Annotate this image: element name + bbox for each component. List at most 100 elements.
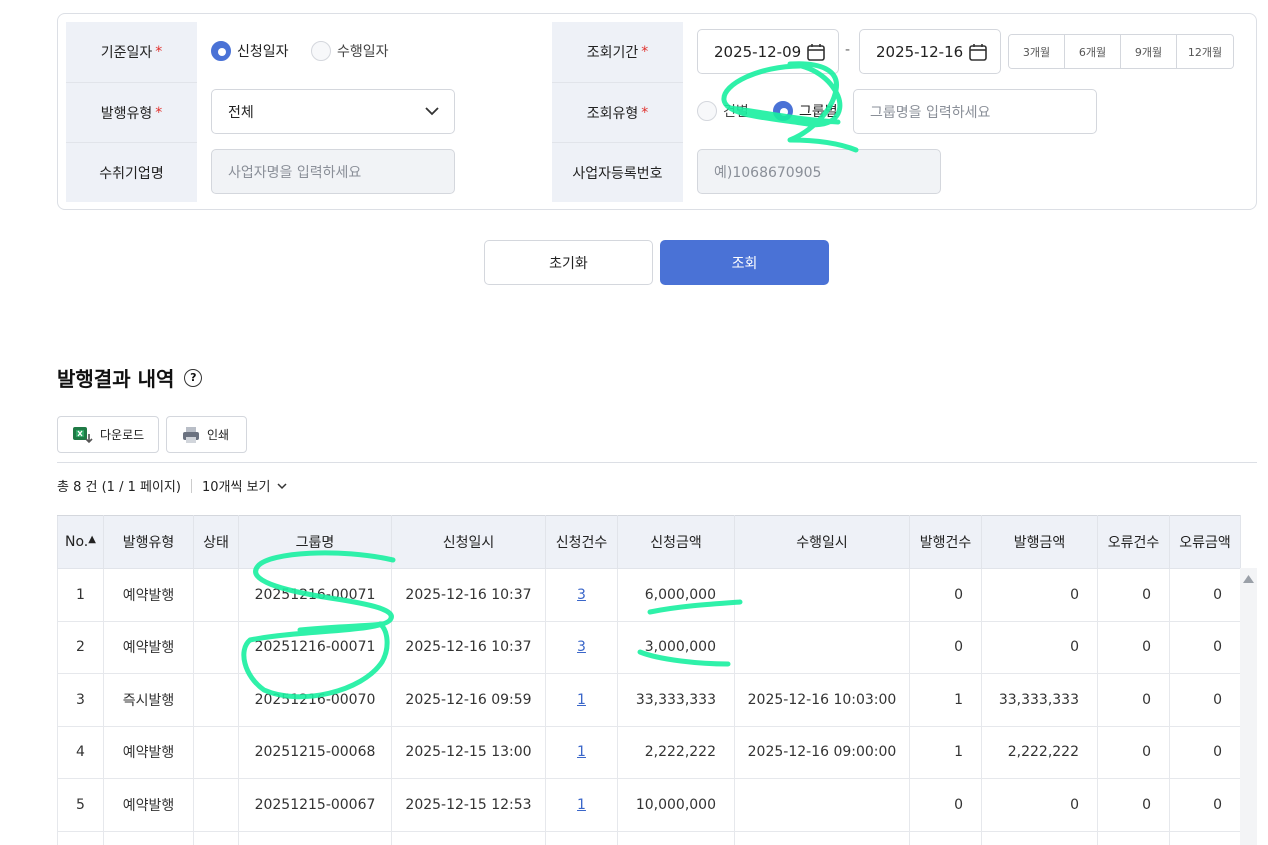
column-header-req-time: 신청일시 — [391, 515, 546, 569]
cell-req-count: 1 — [545, 673, 618, 727]
download-button[interactable]: 다운로드 — [57, 416, 160, 453]
cell-req-count: 3 — [545, 620, 618, 674]
table-row[interactable] — [57, 830, 1241, 845]
per-page-select[interactable]: 10개씩 보기 — [202, 476, 289, 495]
sort-asc-icon[interactable]: ▲ — [88, 534, 96, 545]
required-mark: * — [155, 104, 163, 121]
recipient-input[interactable]: 사업자명을 입력하세요 — [211, 149, 455, 194]
table-header-row: No.▲ 발행유형 상태 그룹명 신청일시 신청건수 신청금액 수행일시 발행건… — [57, 515, 1241, 569]
calendar-icon[interactable] — [968, 42, 988, 62]
issue-type-value: 전체 — [228, 104, 254, 121]
cell-exec-time — [734, 830, 910, 845]
period-quick-buttons: 3개월 6개월 9개월 12개월 — [1008, 34, 1234, 69]
cell-status — [193, 725, 239, 779]
cell-no: 5 — [57, 778, 104, 832]
cell-req-time: 2025-12-15 13:00 — [391, 725, 546, 779]
recipient-label-text: 수취기업명 — [99, 165, 164, 182]
issue-type-label-text: 발행유형 — [100, 105, 153, 122]
search-button[interactable]: 조회 — [660, 240, 829, 285]
date-from-value: 2025-12-09 — [714, 42, 802, 61]
cell-group — [238, 830, 392, 845]
cell-err-count: 0 — [1097, 725, 1170, 779]
radio-exec-date[interactable]: 수행일자 — [311, 41, 389, 61]
query-type-label: 조회유형 * — [552, 82, 683, 142]
table-scrollbar[interactable] — [1240, 568, 1257, 845]
issue-type-label: 발행유형 * — [66, 82, 197, 142]
radio-per-group[interactable]: 그룹별 — [773, 101, 838, 121]
cell-err-count: 0 — [1097, 673, 1170, 727]
period-6m-button[interactable]: 6개월 — [1065, 35, 1121, 68]
req-count-link[interactable]: 1 — [577, 692, 586, 708]
help-icon[interactable]: ? — [184, 368, 203, 387]
radio-request-date-label: 신청일자 — [237, 44, 289, 60]
table-row[interactable]: 4 예약발행 20251215-00068 2025-12-15 13:00 1… — [57, 725, 1241, 779]
chevron-down-icon — [277, 482, 287, 489]
cell-status — [193, 673, 239, 727]
cell-issue-amount: 33,333,333 — [981, 673, 1098, 727]
radio-request-date[interactable]: 신청일자 — [211, 41, 289, 61]
period-label-text: 조회기간 — [586, 45, 639, 61]
cell-exec-time: 2025-12-16 09:00:00 — [734, 725, 910, 779]
cell-exec-time — [734, 620, 910, 674]
cell-type: 즉시발행 — [103, 673, 194, 727]
calendar-icon[interactable] — [806, 42, 826, 62]
column-header-label: No. — [65, 534, 89, 550]
excel-download-icon — [73, 426, 93, 443]
required-mark: * — [155, 44, 163, 60]
cell-issue-amount: 0 — [981, 568, 1098, 622]
cell-req-count: 3 — [545, 568, 618, 622]
cell-req-time: 2025-12-16 09:59 — [391, 673, 546, 727]
cell-req-amount: 10,000,000 — [617, 778, 735, 832]
req-count-link[interactable]: 3 — [577, 587, 586, 603]
cell-group: 20251216-00071 — [238, 620, 392, 674]
cell-group: 20251215-00067 — [238, 778, 392, 832]
table-row[interactable]: 2 예약발행 20251216-00071 2025-12-16 10:37 3… — [57, 620, 1241, 674]
radio-unchecked-icon — [697, 101, 717, 121]
cell-req-count — [545, 830, 618, 845]
date-to-input[interactable]: 2025-12-16 — [859, 29, 1001, 74]
cell-exec-time — [734, 568, 910, 622]
cell-req-time — [391, 830, 546, 845]
reset-button[interactable]: 초기화 — [484, 240, 653, 285]
table-row[interactable]: 1 예약발행 20251216-00071 2025-12-16 10:37 3… — [57, 568, 1241, 622]
column-header-req-count: 신청건수 — [545, 515, 618, 569]
radio-unchecked-icon — [311, 41, 331, 61]
column-header-issue-count: 발행건수 — [909, 515, 982, 569]
cell-exec-time — [734, 778, 910, 832]
bizno-placeholder: 예)1068670905 — [714, 164, 822, 181]
scroll-up-arrow-icon[interactable] — [1242, 574, 1255, 584]
cell-type: 예약발행 — [103, 620, 194, 674]
radio-per-item[interactable]: 건별 — [697, 101, 749, 121]
period-12m-button[interactable]: 12개월 — [1177, 35, 1233, 68]
cell-req-count: 1 — [545, 778, 618, 832]
period-9m-button[interactable]: 9개월 — [1121, 35, 1177, 68]
results-header: 발행결과 내역 ? — [57, 363, 203, 392]
group-name-input[interactable]: 그룹명을 입력하세요 — [853, 89, 1097, 134]
req-count-link[interactable]: 1 — [577, 797, 586, 813]
print-button[interactable]: 인쇄 — [166, 416, 247, 453]
cell-err-count: 0 — [1097, 568, 1170, 622]
issue-type-select[interactable]: 전체 — [211, 89, 455, 134]
cell-req-amount: 33,333,333 — [617, 673, 735, 727]
date-separator: - — [845, 42, 851, 58]
period-3m-button[interactable]: 3개월 — [1009, 35, 1065, 68]
cell-err-amount: 0 — [1169, 568, 1241, 622]
cell-err-amount: 0 — [1169, 725, 1241, 779]
search-filter-panel: 기준일자 * 발행유형 * 수취기업명 조회기간 * 조회유형 * 사업자등록번호 신청… — [57, 13, 1257, 210]
bizno-input[interactable]: 예)1068670905 — [697, 149, 941, 194]
date-from-input[interactable]: 2025-12-09 — [697, 29, 839, 74]
cell-status — [193, 830, 239, 845]
table-row[interactable]: 3 즉시발행 20251216-00070 2025-12-16 09:59 1… — [57, 673, 1241, 727]
table-row[interactable]: 5 예약발행 20251215-00067 2025-12-15 12:53 1… — [57, 778, 1241, 832]
cell-req-count: 1 — [545, 725, 618, 779]
req-count-link[interactable]: 3 — [577, 639, 586, 655]
cell-issue-amount — [981, 830, 1098, 845]
recipient-label: 수취기업명 — [66, 142, 197, 202]
cell-no: 4 — [57, 725, 104, 779]
cell-exec-time: 2025-12-16 10:03:00 — [734, 673, 910, 727]
column-header-no[interactable]: No.▲ — [57, 515, 104, 569]
cell-group: 20251216-00070 — [238, 673, 392, 727]
req-count-link[interactable]: 1 — [577, 744, 586, 760]
cell-type — [103, 830, 194, 845]
cell-status — [193, 568, 239, 622]
